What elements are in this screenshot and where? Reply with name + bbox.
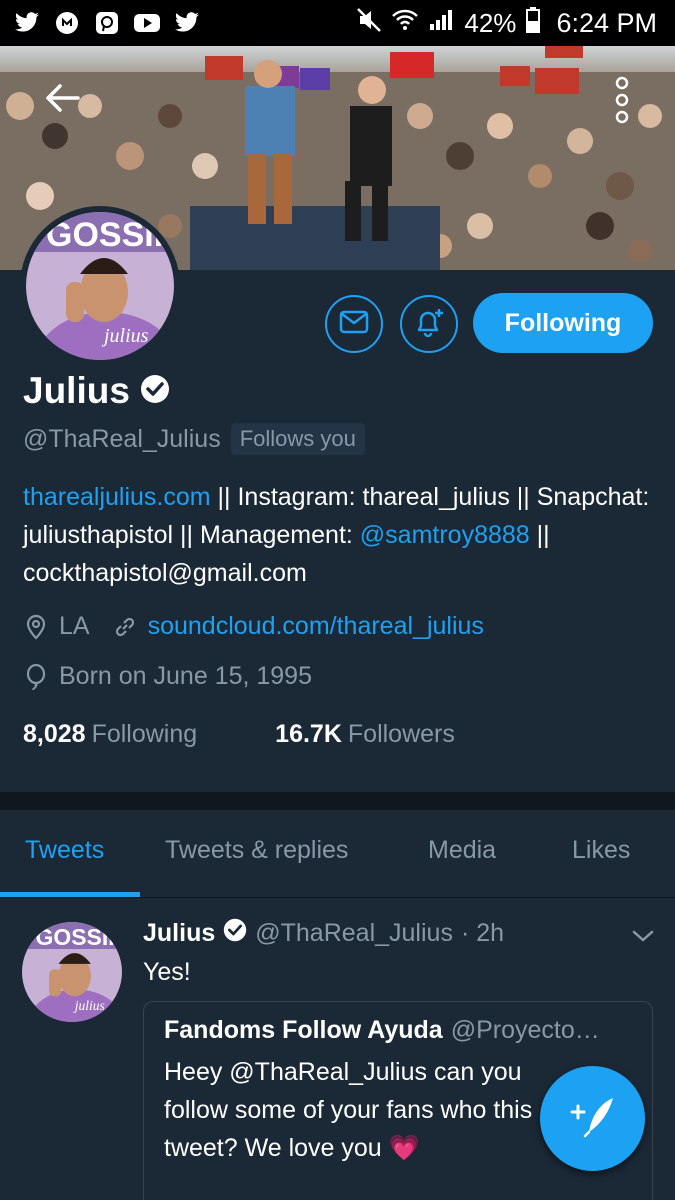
profile-birthday-row: Born on June 15, 1995 [23, 662, 312, 691]
tweet-header: Julius @ThaReal_Julius · 2h [143, 918, 504, 949]
musically-icon [54, 10, 80, 36]
svg-text:GOSSIP: GOSSIP [36, 924, 122, 950]
bio-website-link[interactable]: tharealjulius.com [23, 483, 211, 511]
verified-badge-icon [140, 374, 170, 409]
quoted-tweet-header: Fandoms Follow Ayuda @Proyecto… [164, 1016, 632, 1045]
following-count: 8,028 [23, 720, 86, 748]
profile-tabs: Tweets Tweets & replies Media Likes [0, 810, 675, 898]
profile-avatar[interactable]: GOSSIP julius [20, 206, 180, 366]
tweet-text: Yes! [143, 958, 191, 986]
tab-tweets[interactable]: Tweets [25, 836, 104, 865]
clock: 6:24 PM [556, 7, 657, 38]
followers-label: Followers [347, 720, 455, 748]
tweet-avatar[interactable]: GOSSIP julius [22, 922, 122, 1022]
twitter-icon [14, 10, 40, 36]
profile-handle-row: @ThaReal_Julius Follows you [23, 423, 365, 455]
tab-media[interactable]: Media [428, 836, 496, 865]
wifi-icon [392, 8, 419, 39]
tab-likes[interactable]: Likes [572, 836, 630, 865]
quill-plus-icon [569, 1094, 617, 1143]
section-divider [0, 792, 675, 810]
profile-name: Julius [23, 370, 130, 411]
following-label: Following [91, 720, 198, 748]
battery-percent: 42% [464, 7, 517, 38]
profile-handle: @ThaReal_Julius [23, 424, 221, 453]
bell-plus-icon [413, 306, 445, 343]
envelope-icon [339, 310, 369, 339]
follow-counts: 8,028 Following 16.7K Followers [23, 720, 455, 749]
link-icon [112, 614, 138, 640]
back-arrow-icon[interactable] [40, 76, 84, 120]
signal-icon [428, 8, 454, 39]
twitter-icon [174, 10, 200, 36]
followers-count-link[interactable]: 16.7K Followers [275, 720, 455, 749]
notification-icons [14, 10, 200, 36]
mute-icon [356, 7, 382, 40]
profile-name-row: Julius [23, 370, 170, 412]
balloon-icon [23, 663, 49, 690]
location-pin-icon [23, 614, 49, 640]
chevron-down-icon[interactable] [630, 926, 656, 946]
notifications-button[interactable] [400, 295, 458, 353]
tweet-author-handle: @ThaReal_Julius [255, 919, 453, 947]
verified-badge-icon [223, 918, 247, 949]
bio-mention-link[interactable]: @samtroy8888 [360, 521, 530, 549]
message-button[interactable] [325, 295, 383, 353]
profile-location: LA [59, 612, 90, 640]
svg-text:julius: julius [101, 325, 149, 347]
tab-tweets-and-replies[interactable]: Tweets & replies [165, 836, 348, 865]
followers-count: 16.7K [275, 720, 342, 748]
profile-website-link[interactable]: soundcloud.com/thareal_julius [148, 612, 484, 641]
status-bar: 42% 6:24 PM [0, 0, 675, 46]
svg-text:julius: julius [73, 998, 105, 1013]
system-status: 42% 6:24 PM [356, 6, 657, 40]
tweet-author-name[interactable]: Julius [143, 919, 215, 948]
quoted-tweet-text: Heey @ThaReal_Julius can you follow some… [164, 1058, 533, 1162]
profile-location-row: LA soundcloud.com/thareal_julius [23, 612, 484, 641]
following-count-link[interactable]: 8,028 Following [23, 720, 197, 749]
youtube-icon [134, 10, 160, 36]
quoted-author-handle: @Proyecto… [450, 1016, 600, 1044]
following-button[interactable]: Following [473, 293, 653, 353]
profile-bio: tharealjulius.com || Instagram: thareal_… [23, 478, 663, 592]
battery-icon [526, 6, 541, 40]
active-tab-indicator [0, 892, 140, 897]
tweet-timestamp: · 2h [460, 919, 505, 947]
compose-tweet-button[interactable] [540, 1066, 645, 1171]
profile-birthday: Born on June 15, 1995 [59, 662, 312, 690]
avatar: GOSSIP julius [26, 212, 174, 360]
quoted-author-name: Fandoms Follow Ayuda [164, 1016, 443, 1044]
follows-you-badge: Follows you [230, 423, 365, 455]
periscope-icon [94, 10, 120, 36]
more-options-icon[interactable] [606, 74, 638, 126]
